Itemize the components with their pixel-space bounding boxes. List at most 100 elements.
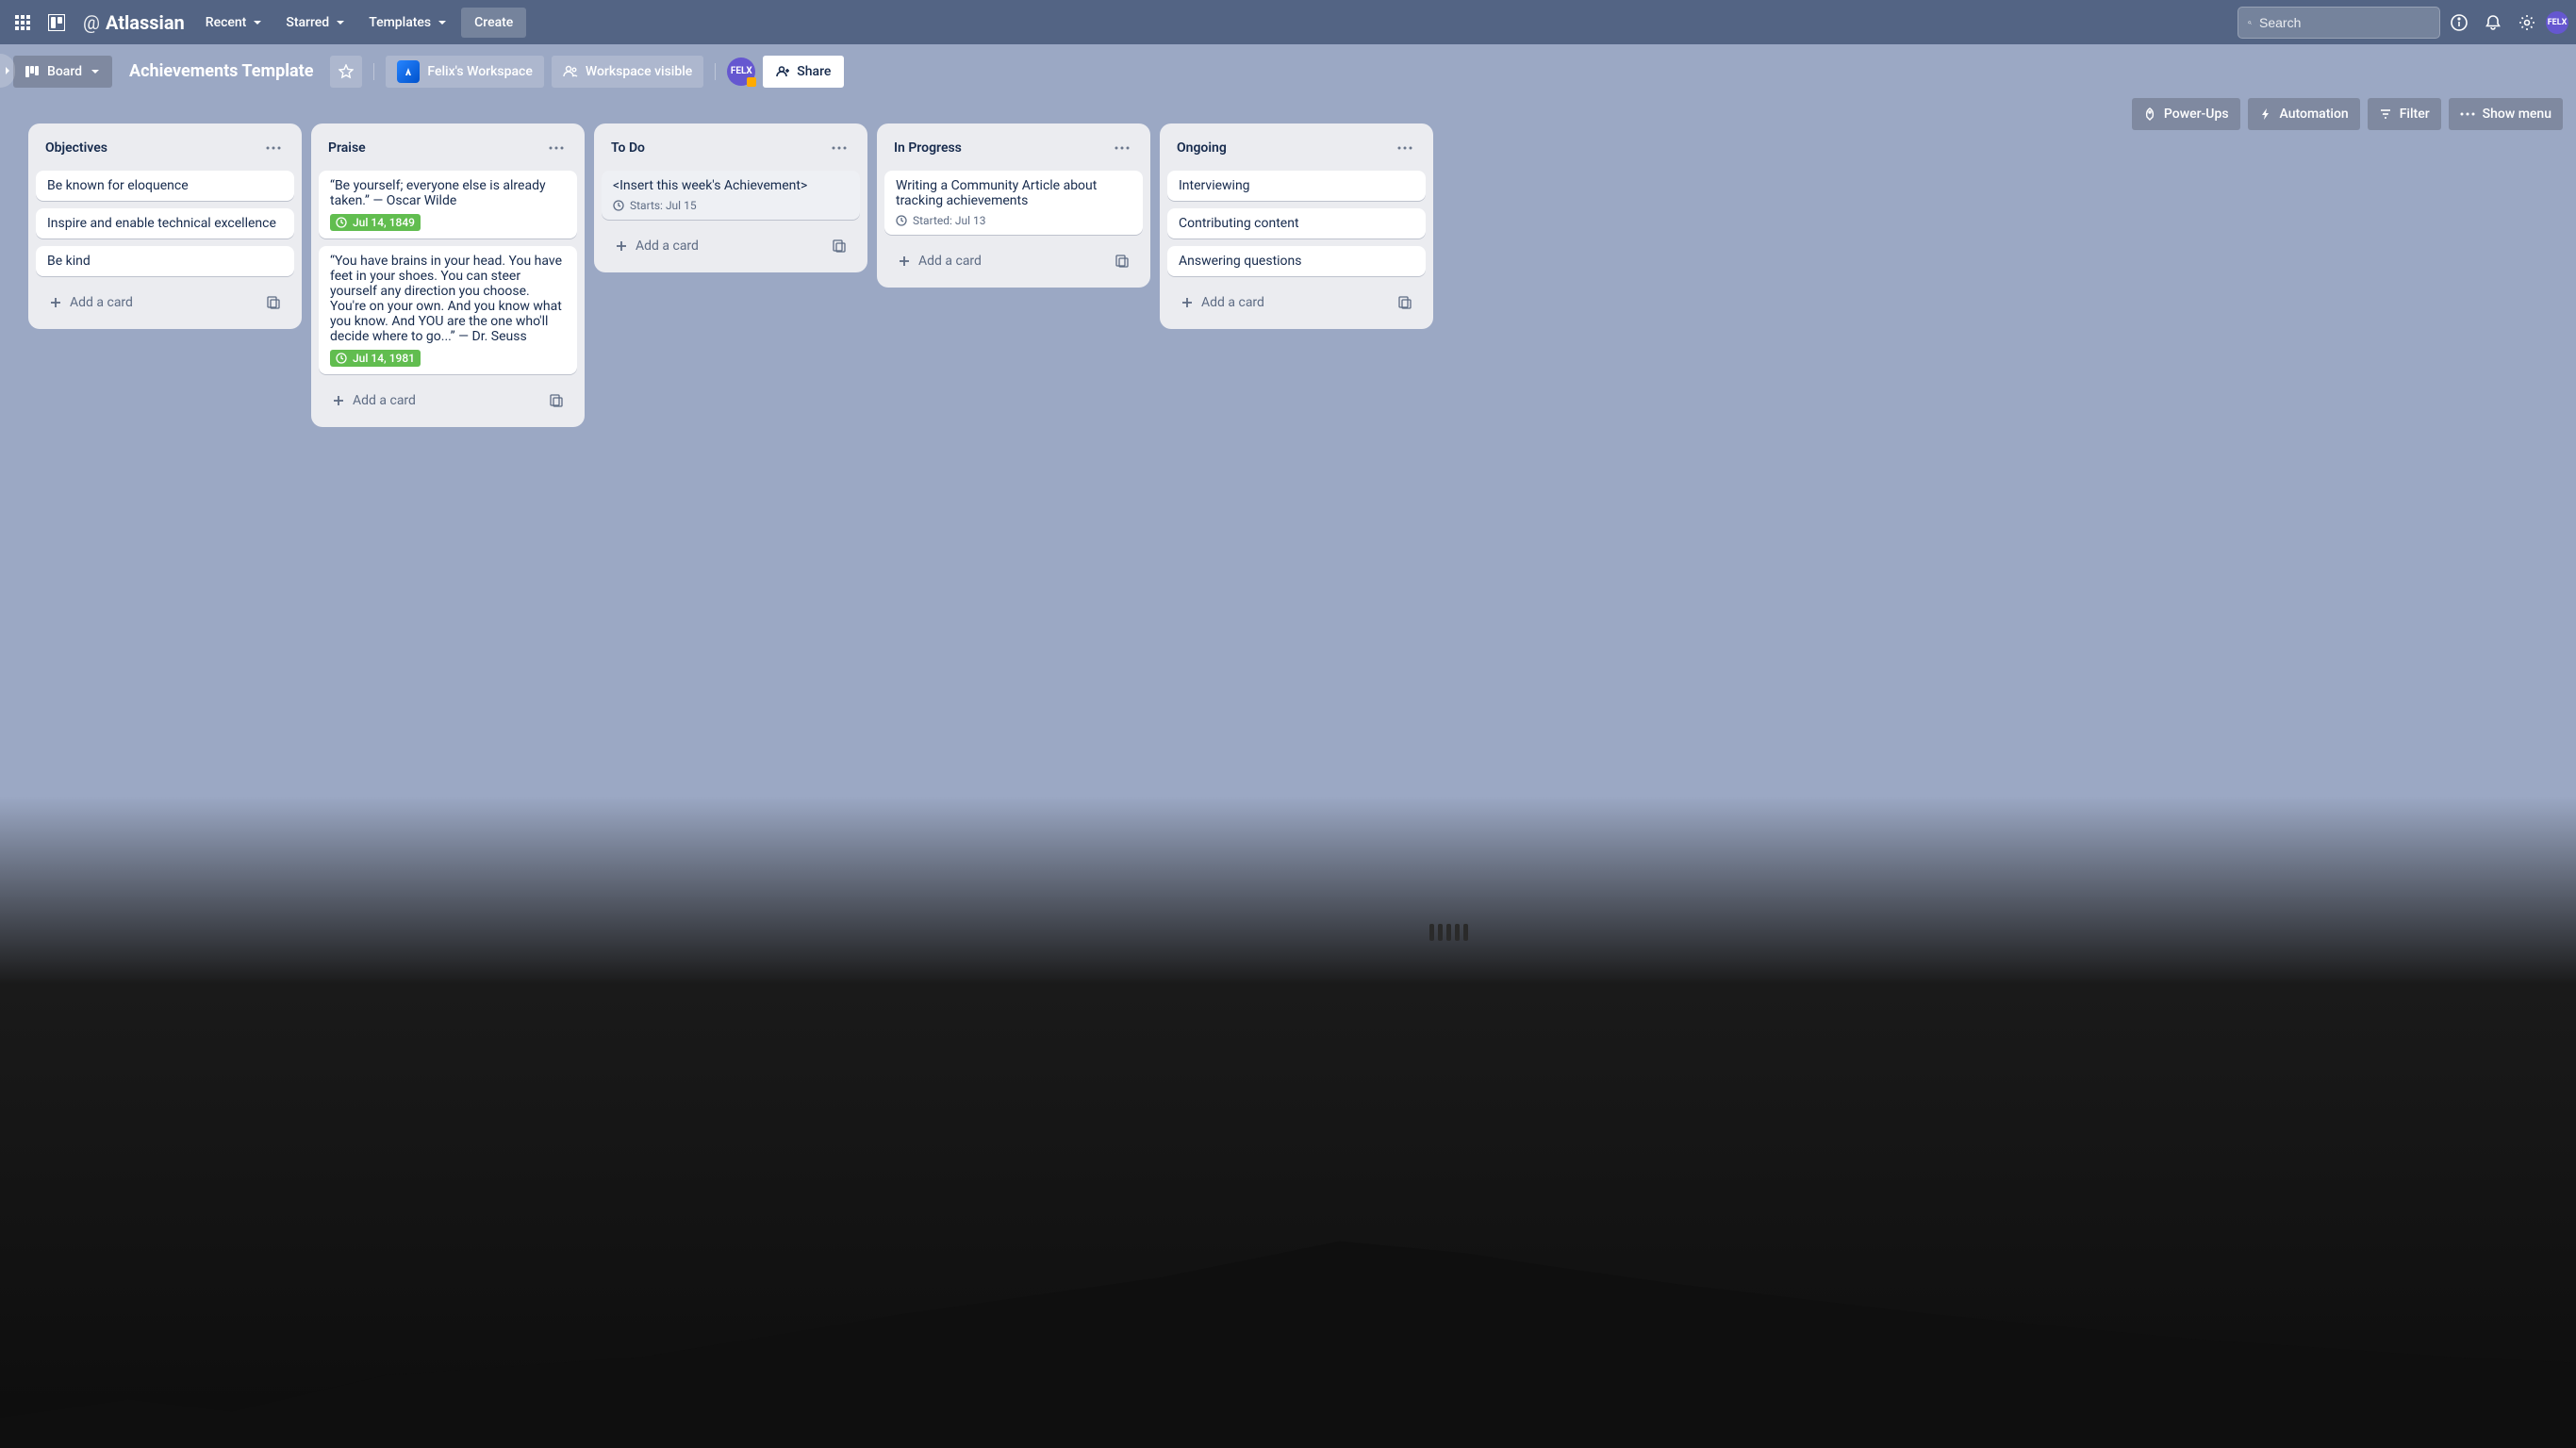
app-switcher-icon[interactable] <box>8 8 38 38</box>
card[interactable]: Interviewing <box>1167 171 1426 201</box>
more-icon <box>2460 111 2475 117</box>
list-title[interactable]: In Progress <box>894 140 962 156</box>
clock-icon <box>896 215 907 226</box>
plus-icon <box>49 296 62 309</box>
card[interactable]: Writing a Community Article about tracki… <box>884 171 1143 235</box>
add-card-button[interactable]: Add a card <box>1175 291 1392 314</box>
due-date-badge: Jul 14, 1981 <box>330 350 421 367</box>
search-input[interactable] <box>2237 7 2440 39</box>
chevron-down-icon <box>252 17 263 28</box>
card-text: “Be yourself; everyone else is already t… <box>330 178 566 208</box>
card-text: Interviewing <box>1179 178 1414 193</box>
card-text: <Insert this week's Achievement> <box>613 178 849 193</box>
member-avatar[interactable]: FELX <box>727 58 755 86</box>
star-button[interactable] <box>330 56 362 88</box>
bolt-icon <box>2259 107 2272 121</box>
rocket-icon <box>2143 107 2156 121</box>
search-icon <box>2248 15 2252 30</box>
plus-icon <box>615 239 628 253</box>
card-text: Be kind <box>47 254 283 269</box>
list-menu-button[interactable] <box>1392 135 1418 161</box>
divider <box>715 63 716 80</box>
share-button[interactable]: Share <box>763 56 844 88</box>
board-canvas[interactable]: Objectives Be known for eloquence Inspire… <box>0 123 2576 1448</box>
nav-menu-starred[interactable]: Starred <box>276 8 355 38</box>
board-title[interactable]: Achievements Template <box>120 61 322 81</box>
list: Ongoing Interviewing Contributing content… <box>1160 123 1433 329</box>
plus-icon <box>1181 296 1194 309</box>
list-menu-button[interactable] <box>260 135 287 161</box>
chevron-down-icon <box>90 66 101 77</box>
list: Objectives Be known for eloquence Inspire… <box>28 123 302 329</box>
list-title[interactable]: Ongoing <box>1177 140 1227 156</box>
show-menu-button[interactable]: Show menu <box>2449 98 2563 130</box>
powerups-button[interactable]: Power-Ups <box>2132 98 2240 130</box>
card-text: “You have brains in your head. You have … <box>330 254 566 344</box>
workspace-button[interactable]: Felix's Workspace <box>386 56 543 88</box>
nav-menu-templates[interactable]: Templates <box>359 8 457 38</box>
plus-icon <box>898 255 911 268</box>
add-card-button[interactable]: Add a card <box>43 291 260 314</box>
card[interactable]: “Be yourself; everyone else is already t… <box>319 171 577 239</box>
filter-button[interactable]: Filter <box>2368 98 2441 130</box>
card-template-button[interactable] <box>826 233 852 259</box>
card[interactable]: Inspire and enable technical excellence <box>36 208 294 239</box>
card-text: Answering questions <box>1179 254 1414 269</box>
card[interactable]: “You have brains in your head. You have … <box>319 246 577 374</box>
trello-logo-icon[interactable] <box>41 8 72 38</box>
add-card-button[interactable]: Add a card <box>892 250 1109 272</box>
date-label: Started: Jul 13 <box>896 214 986 227</box>
atlassian-icon <box>397 60 420 83</box>
settings-icon[interactable] <box>2512 8 2542 38</box>
board-icon <box>25 64 40 79</box>
add-card-button[interactable]: Add a card <box>326 389 543 412</box>
chevron-down-icon <box>335 17 346 28</box>
clock-icon <box>336 217 347 228</box>
automation-button[interactable]: Automation <box>2248 98 2360 130</box>
view-switcher[interactable]: Board <box>13 56 112 88</box>
card-template-button[interactable] <box>260 289 287 316</box>
visibility-button[interactable]: Workspace visible <box>552 56 703 88</box>
list-menu-button[interactable] <box>826 135 852 161</box>
info-icon[interactable] <box>2444 8 2474 38</box>
due-date-badge: Jul 14, 1849 <box>330 214 421 231</box>
card-template-button[interactable] <box>543 387 570 414</box>
user-avatar[interactable]: FELX <box>2546 11 2568 34</box>
product-logo[interactable]: @Atlassian <box>75 11 192 34</box>
star-icon <box>339 64 354 79</box>
search-field[interactable] <box>2259 15 2430 30</box>
card[interactable]: <Insert this week's Achievement>Starts: … <box>602 171 860 220</box>
card[interactable]: Contributing content <box>1167 208 1426 239</box>
card-text: Inspire and enable technical excellence <box>47 216 283 231</box>
board-header: Board Achievements Template Felix's Work… <box>0 44 2576 98</box>
add-card-button[interactable]: Add a card <box>609 235 826 257</box>
card[interactable]: Be kind <box>36 246 294 276</box>
list-title[interactable]: Objectives <box>45 140 107 156</box>
notifications-icon[interactable] <box>2478 8 2508 38</box>
clock-icon <box>613 200 624 211</box>
plus-icon <box>332 394 345 407</box>
list-menu-button[interactable] <box>543 135 570 161</box>
board-toolbar: Power-Ups Automation Filter Show menu <box>0 98 2576 138</box>
card-template-button[interactable] <box>1109 248 1135 274</box>
card[interactable]: Be known for eloquence <box>36 171 294 201</box>
logo-text: Atlassian <box>106 11 185 34</box>
nav-menu-recent[interactable]: Recent <box>196 8 273 38</box>
card[interactable]: Answering questions <box>1167 246 1426 276</box>
card-text: Contributing content <box>1179 216 1414 231</box>
list: Praise “Be yourself; everyone else is al… <box>311 123 585 427</box>
list: To Do <Insert this week's Achievement>St… <box>594 123 867 272</box>
list: In Progress Writing a Community Article … <box>877 123 1150 288</box>
top-nav: @Atlassian Recent Starred Templates Crea… <box>0 0 2576 44</box>
list-title[interactable]: To Do <box>611 140 645 156</box>
create-button[interactable]: Create <box>461 8 526 38</box>
list-menu-button[interactable] <box>1109 135 1135 161</box>
card-text: Be known for eloquence <box>47 178 283 193</box>
list-title[interactable]: Praise <box>328 140 366 156</box>
person-add-icon <box>776 65 789 78</box>
card-text: Writing a Community Article about tracki… <box>896 178 1131 208</box>
divider <box>373 63 374 80</box>
chevron-right-icon <box>3 66 12 75</box>
card-template-button[interactable] <box>1392 289 1418 316</box>
people-icon <box>563 64 578 79</box>
